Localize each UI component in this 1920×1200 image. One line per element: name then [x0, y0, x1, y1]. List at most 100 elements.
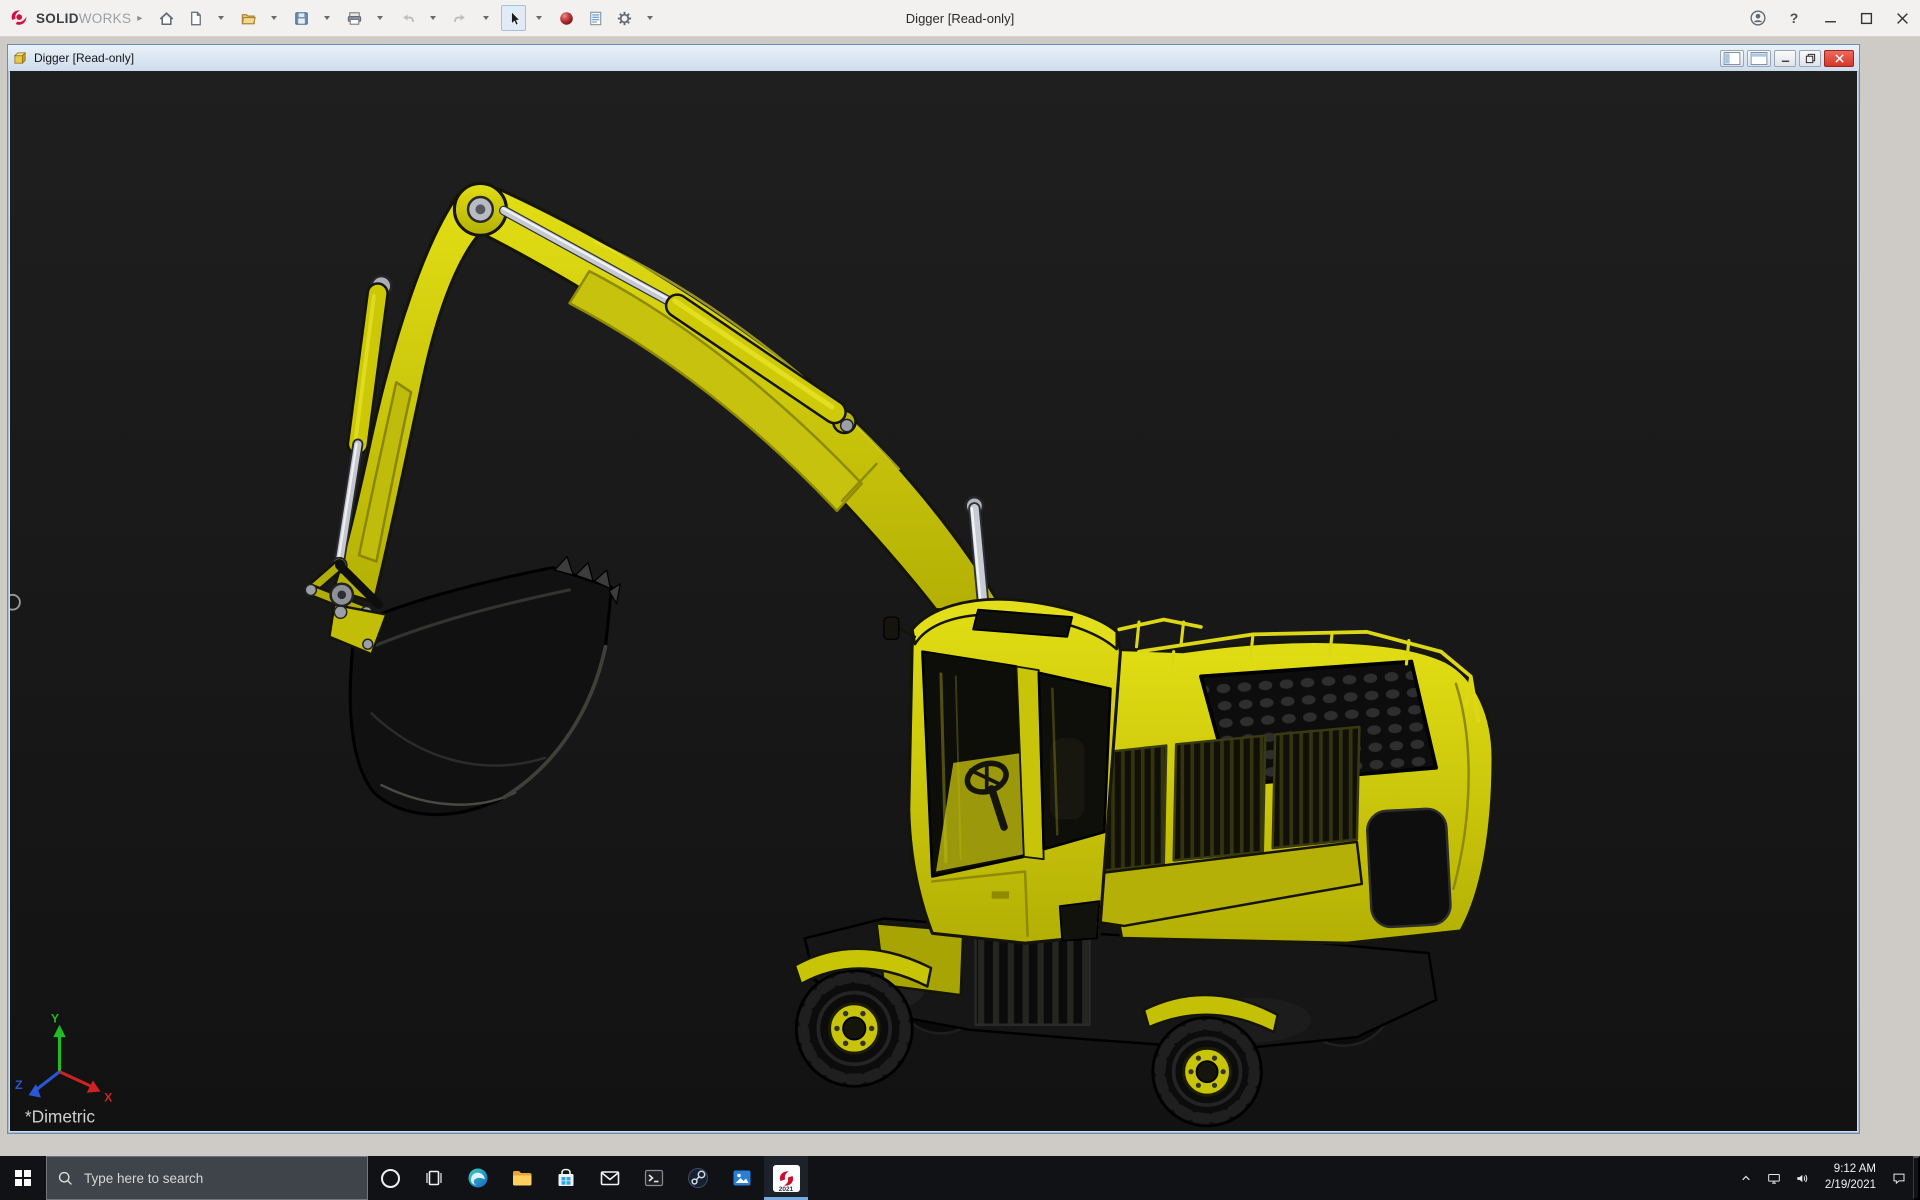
mail-icon	[598, 1166, 622, 1190]
quick-access-toolbar	[154, 5, 664, 31]
brand-light: WORKS	[79, 11, 132, 26]
steam-button[interactable]	[676, 1156, 720, 1200]
network-icon	[1766, 1170, 1782, 1187]
orientation-label: *Dimetric	[25, 1106, 96, 1126]
select-tool-button[interactable]	[501, 5, 526, 31]
pane-preview-icon	[1723, 52, 1741, 65]
viewport-canvas[interactable]: Y X Z *Dimetric	[10, 71, 1857, 1131]
undo-group	[395, 5, 444, 31]
rear-vent[interactable]	[1366, 808, 1451, 928]
options-button[interactable]	[612, 5, 637, 31]
edge-browser-icon	[466, 1166, 490, 1190]
app-minimize-button[interactable]	[1812, 0, 1848, 36]
chevron-down-icon	[536, 16, 542, 20]
task-view-icon	[422, 1166, 446, 1190]
doc-minimize-button[interactable]	[1774, 50, 1796, 67]
solidworks-app-button[interactable]: 2021	[764, 1156, 808, 1200]
file-explorer-button[interactable]	[500, 1156, 544, 1200]
redo-dropdown[interactable]	[473, 5, 497, 31]
front-wheel[interactable]	[796, 970, 912, 1086]
home-button[interactable]	[154, 5, 179, 31]
new-document-button[interactable]	[183, 5, 208, 31]
undo-button[interactable]	[395, 5, 420, 31]
rear-wheel[interactable]	[1153, 1017, 1262, 1126]
taskbar-clock[interactable]: 9:12 AM 2/19/2021	[1816, 1162, 1885, 1193]
brand-expand-arrow[interactable]: ▸	[137, 13, 142, 24]
document-window-controls	[1720, 50, 1854, 67]
app-maximize-button[interactable]	[1848, 0, 1884, 36]
pane-preview-button[interactable]	[1720, 50, 1744, 67]
print-dropdown[interactable]	[367, 5, 391, 31]
mail-button[interactable]	[588, 1156, 632, 1200]
help-icon: ?	[1790, 10, 1799, 26]
app-close-button[interactable]	[1884, 0, 1920, 36]
doc-close-button[interactable]	[1824, 50, 1854, 67]
edge-browser-button[interactable]	[456, 1156, 500, 1200]
clock-date: 2/19/2021	[1825, 1178, 1876, 1194]
network-button[interactable]	[1760, 1156, 1788, 1200]
open-dropdown[interactable]	[261, 5, 285, 31]
volume-icon	[1794, 1170, 1810, 1187]
cortana-icon	[381, 1169, 400, 1188]
save-button[interactable]	[289, 5, 314, 31]
file-properties-icon	[586, 9, 605, 28]
volume-button[interactable]	[1788, 1156, 1816, 1200]
titlebar-left-cluster: SOLIDWORKS ▸	[0, 5, 664, 31]
appearance-button[interactable]	[554, 5, 579, 31]
terminal-button[interactable]	[632, 1156, 676, 1200]
steam-icon	[686, 1166, 710, 1190]
notification-center-icon	[1891, 1170, 1907, 1187]
pane-split-button[interactable]	[1747, 50, 1771, 67]
open-button[interactable]	[236, 5, 261, 31]
start-button[interactable]	[0, 1156, 46, 1200]
task-view-button[interactable]	[412, 1156, 456, 1200]
chassis-step-grille[interactable]	[976, 936, 1090, 1025]
new-document-dropdown[interactable]	[208, 5, 232, 31]
redo-group	[448, 5, 497, 31]
taskbar-search[interactable]	[46, 1156, 368, 1200]
brand-bold: SOLID	[36, 11, 79, 26]
save-dropdown[interactable]	[314, 5, 338, 31]
show-desktop-strip[interactable]	[1913, 1156, 1920, 1200]
cab[interactable]	[884, 599, 1120, 943]
start-icon	[15, 1170, 31, 1186]
hidden-icons-button[interactable]	[1732, 1156, 1760, 1200]
print-button[interactable]	[342, 5, 367, 31]
save-icon	[292, 9, 311, 28]
titlebar-right-cluster: ?	[1740, 0, 1920, 36]
mirror	[884, 617, 899, 639]
undo-icon	[398, 9, 417, 28]
undo-dropdown[interactable]	[420, 5, 444, 31]
file-properties-button[interactable]	[583, 5, 608, 31]
notification-center-button[interactable]	[1885, 1156, 1913, 1200]
appearance-sphere-icon	[557, 9, 576, 28]
select-tool-dropdown[interactable]	[526, 5, 550, 31]
user-account-button[interactable]	[1740, 0, 1776, 36]
document-titlebar[interactable]: Digger [Read-only]	[8, 45, 1859, 72]
user-account-icon	[1749, 9, 1767, 27]
help-button[interactable]: ?	[1776, 0, 1812, 36]
cortana-button[interactable]	[368, 1156, 412, 1200]
options-dropdown[interactable]	[637, 5, 661, 31]
hidden-icons-chevron	[1738, 1170, 1754, 1187]
redo-button[interactable]	[448, 5, 473, 31]
pane-split-icon	[1750, 52, 1768, 65]
taskbar: 2021 9:12 AM 2/19/2021	[0, 1156, 1920, 1200]
chevron-down-icon	[647, 16, 653, 20]
search-input[interactable]	[82, 1170, 357, 1187]
microsoft-store-button[interactable]	[544, 1156, 588, 1200]
app-titlebar: SOLIDWORKS ▸	[0, 0, 1920, 37]
graphics-viewport[interactable]: Y X Z *Dimetric	[10, 71, 1857, 1131]
minimize-icon	[1824, 12, 1837, 25]
chevron-down-icon	[271, 16, 277, 20]
doc-restore-button[interactable]	[1799, 50, 1821, 67]
chevron-down-icon	[430, 16, 436, 20]
photos-button[interactable]	[720, 1156, 764, 1200]
assembly-file-icon	[13, 51, 28, 66]
minimize-icon	[1780, 53, 1791, 64]
select-arrow-icon	[504, 9, 523, 28]
home-icon	[157, 9, 176, 28]
print-group	[342, 5, 391, 31]
redo-icon	[451, 9, 470, 28]
chevron-down-icon	[324, 16, 330, 20]
